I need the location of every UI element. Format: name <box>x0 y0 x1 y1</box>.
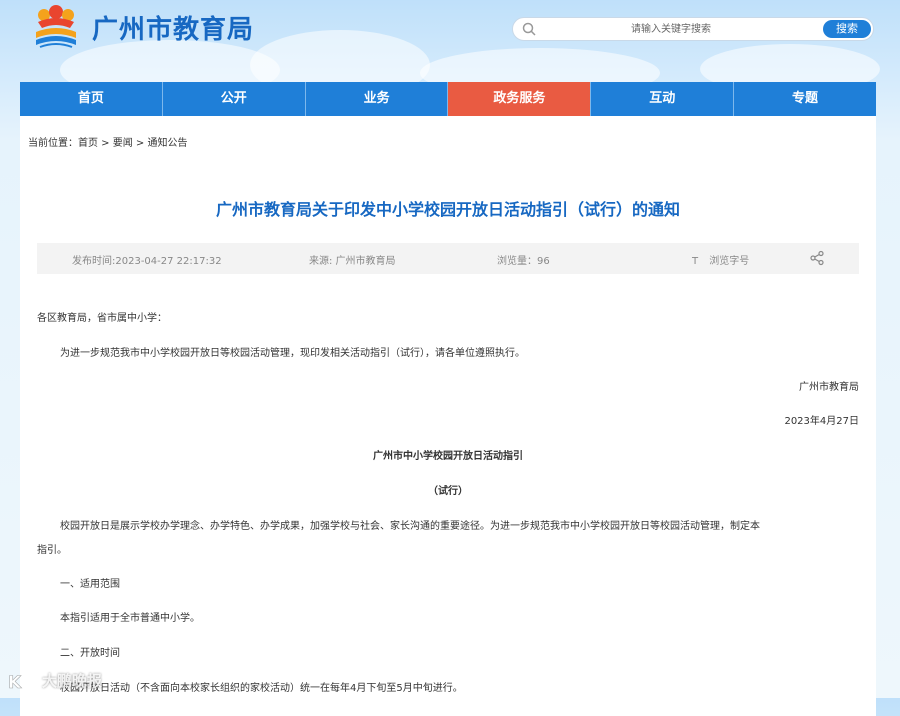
font-size-label: 浏览字号 <box>709 256 750 267</box>
watermark-text: 大鹏晚报 <box>42 672 103 690</box>
nav-item-home[interactable]: 首页 <box>20 82 163 116</box>
section-heading: 一、适用范围 <box>60 579 120 590</box>
breadcrumb-home[interactable]: 首页 <box>78 138 98 149</box>
font-size-icon: T <box>692 256 699 267</box>
content-panel: 当前位置：首页 > 要闻 > 通知公告 广州市教育局关于印发中小学校园开放日活动… <box>20 116 876 716</box>
paragraph-line: 指引。 <box>37 545 67 556</box>
nav-item-business[interactable]: 业务 <box>306 82 449 116</box>
breadcrumb-news[interactable]: 要闻 <box>113 138 133 149</box>
breadcrumb-notices[interactable]: 通知公告 <box>148 138 188 149</box>
main-nav: 首页 公开 业务 政务服务 互动 专题 <box>20 82 876 116</box>
breadcrumb-separator: > <box>132 138 148 149</box>
nav-item-interaction[interactable]: 互动 <box>591 82 735 116</box>
breadcrumb-separator: > <box>98 138 113 149</box>
article-title: 广州市教育局关于印发中小学校园开放日活动指引（试行）的通知 <box>215 200 680 219</box>
breadcrumb: 当前位置：首页 > 要闻 > 通知公告 <box>28 134 188 149</box>
search-input[interactable] <box>541 21 801 37</box>
search-bar: 搜索 <box>512 17 874 41</box>
share-icon[interactable] <box>809 250 825 266</box>
signature: 广州市教育局 <box>799 382 859 393</box>
breadcrumb-prefix: 当前位置： <box>28 138 78 149</box>
search-icon <box>522 22 536 36</box>
document-title: 广州市中小学校园开放日活动指引 <box>373 451 523 462</box>
nav-item-topics[interactable]: 专题 <box>734 82 876 116</box>
section-text: 校园开放日活动（不含面向本校家长组织的家校活动）统一在每年4月下旬至5月中旬进行… <box>60 683 463 694</box>
nav-item-gov-services[interactable]: 政务服务 <box>448 82 592 116</box>
section-heading: 二、开放时间 <box>60 648 120 659</box>
section-text: 本指引适用于全市普通中小学。 <box>60 613 200 624</box>
site-header: 广州市教育局 搜索 <box>0 0 900 100</box>
font-size-button[interactable]: T 浏览字号 <box>692 252 749 267</box>
search-button[interactable]: 搜索 <box>823 20 871 38</box>
education-bureau-logo-icon[interactable] <box>30 4 82 50</box>
issue-date: 2023年4月27日 <box>784 416 859 427</box>
nav-item-public[interactable]: 公开 <box>163 82 306 116</box>
intro-paragraph: 为进一步规范我市中小学校园开放日等校园活动管理，现印发相关活动指引（试行），请各… <box>60 348 525 359</box>
article-source: 来源: 广州市教育局 <box>309 256 396 267</box>
view-count: 浏览量：96 <box>497 256 550 267</box>
addressee: 各区教育局，省市属中小学： <box>37 313 167 324</box>
publish-time: 发布时间:2023-04-27 22:17:32 <box>72 256 222 267</box>
paragraph-line: 校园开放日是展示学校办学理念、办学特色、办学成果，加强学校与社会、家长沟通的重要… <box>60 521 760 532</box>
document-subtitle: （试行） <box>428 486 468 497</box>
article-meta-bar: 发布时间:2023-04-27 22:17:32 来源: 广州市教育局 浏览量：… <box>37 243 859 274</box>
site-title[interactable]: 广州市教育局 <box>92 9 254 46</box>
